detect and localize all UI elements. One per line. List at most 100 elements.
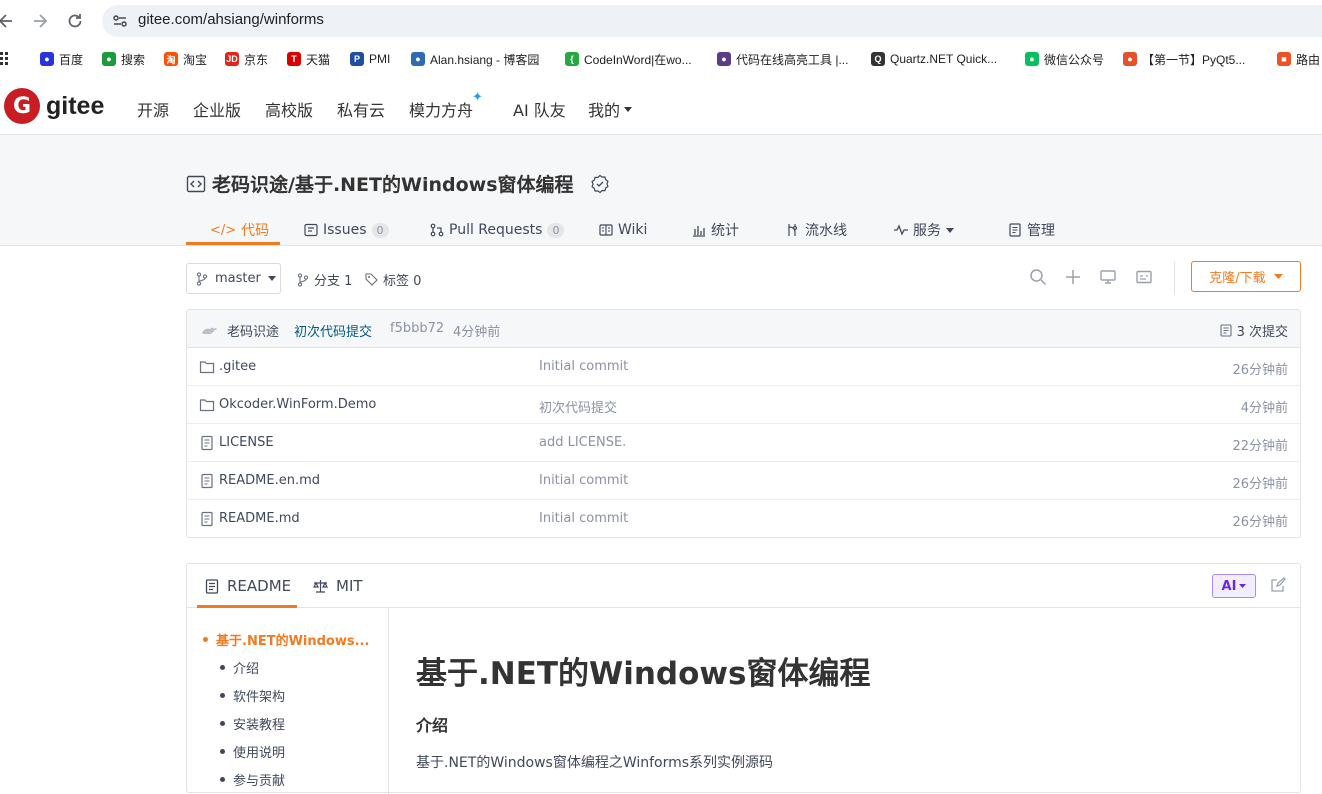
branch-selector[interactable]: master <box>186 263 281 294</box>
commit-hash[interactable]: f5bbb72 <box>390 321 444 336</box>
toc-item[interactable]: 使用说明 <box>220 742 285 761</box>
readme-heading: 基于.NET的Windows窗体编程 <box>416 656 871 692</box>
nav-enterprise[interactable]: 企业版 <box>193 97 241 121</box>
file-icon <box>199 473 215 489</box>
branches-count: 分支 1 <box>314 274 353 289</box>
tab-pipeline[interactable]: 流水线 <box>786 215 847 245</box>
nav-private-cloud[interactable]: 私有云 <box>337 97 385 121</box>
tab-issues[interactable]: Issues 0 <box>304 215 389 245</box>
scale-icon <box>313 580 328 593</box>
site-settings-icon[interactable] <box>112 13 128 29</box>
back-icon[interactable] <box>0 11 16 31</box>
address-bar[interactable]: gitee.com/ahsiang/winforms <box>102 5 1322 37</box>
file-name[interactable]: README.en.md <box>219 473 320 488</box>
bookmark-item[interactable]: T 天猫 <box>287 50 330 68</box>
bullet <box>220 693 225 698</box>
clone-download-button[interactable]: 克隆/下载 <box>1191 261 1301 292</box>
file-commit-message[interactable]: Initial commit <box>539 359 628 374</box>
monitor-icon[interactable] <box>1099 268 1117 286</box>
tab-stats[interactable]: 统计 <box>692 215 739 245</box>
apps-grid-icon[interactable] <box>0 51 10 65</box>
taobao-icon: 淘 <box>164 52 178 66</box>
caret-down-icon <box>946 227 954 233</box>
file-commit-message[interactable]: Initial commit <box>539 511 628 526</box>
bookmarks-bar: ● 百度 ● 搜索 淘淘宝 JD 京东 T 天猫 P PMI ● Alan.hsiang - 博客园 {C… <box>0 46 1322 72</box>
toc-item[interactable]: 参与贡献 <box>220 770 285 789</box>
gitee-logo[interactable]: G gitee <box>4 88 104 124</box>
tag-icon <box>365 273 378 286</box>
bookmark-item[interactable]: ● 【第一节】PyQt5... <box>1123 50 1245 68</box>
bookmark-label: 代码在线高亮工具 |... <box>736 52 849 67</box>
caret-down-icon <box>1239 584 1247 588</box>
tmall-icon: T <box>287 52 301 66</box>
bookmark-item[interactable]: ● 百度 <box>40 50 83 68</box>
search-icon[interactable] <box>1029 268 1047 286</box>
commit-message[interactable]: 初次代码提交 <box>294 321 372 340</box>
add-icon[interactable] <box>1064 268 1082 286</box>
bookmark-item[interactable]: ● 微信公众号 <box>1025 50 1104 68</box>
edit-icon[interactable] <box>1270 577 1286 593</box>
tab-issues-label: Issues <box>323 222 367 238</box>
folder-icon <box>199 359 215 375</box>
clone-download-label: 克隆/下载 <box>1209 271 1266 286</box>
tab-license[interactable]: MIT <box>313 577 363 595</box>
tab-readme[interactable]: README <box>205 577 291 595</box>
toc-item[interactable]: 基于.NET的Windows... <box>203 630 369 649</box>
tab-services[interactable]: 服务 <box>894 215 954 245</box>
logo-text: gitee <box>46 91 105 120</box>
commit-author[interactable]: 老码识途 <box>227 321 279 340</box>
web-ide-icon[interactable] <box>1135 268 1153 286</box>
bullet <box>220 721 225 726</box>
bookmark-item[interactable]: {CodeInWord|在wo... <box>565 50 692 68</box>
file-name[interactable]: .gitee <box>219 359 256 374</box>
file-name[interactable]: LICENSE <box>219 435 274 450</box>
file-commit-message[interactable]: 初次代码提交 <box>539 397 617 416</box>
nav-ai-teammate[interactable]: AI 队友 <box>513 97 566 121</box>
nav-mine[interactable]: 我的 <box>588 97 633 121</box>
table-row: LICENSE add LICENSE. 22分钟前 <box>187 424 1300 462</box>
file-commit-message[interactable]: Initial commit <box>539 473 628 488</box>
tab-readme-label: README <box>227 577 292 595</box>
toc-item[interactable]: 介绍 <box>220 658 259 677</box>
file-name[interactable]: README.md <box>219 511 300 526</box>
tab-manage[interactable]: 管理 <box>1008 215 1055 245</box>
table-row: README.en.md Initial commit 26分钟前 <box>187 462 1300 500</box>
bookmark-item[interactable]: ● Alan.hsiang - 博客园 <box>411 50 539 68</box>
wiki-icon <box>599 224 613 236</box>
bookmark-item[interactable]: 淘淘宝 <box>164 50 207 68</box>
bookmark-item[interactable]: ● 搜索 <box>102 50 145 68</box>
pulse-icon <box>894 224 908 236</box>
tab-pull-requests[interactable]: Pull Requests 0 <box>430 215 565 245</box>
author-avatar[interactable] <box>201 323 219 337</box>
repo-title[interactable]: 老码识途/基于.NET的Windows窗体编程 <box>212 170 574 197</box>
reload-icon[interactable] <box>65 11 85 31</box>
bookmark-label: Quartz.NET Quick... <box>890 52 998 66</box>
bookmark-item[interactable]: ● 代码在线高亮工具 |... <box>717 50 848 68</box>
bookmark-item[interactable]: JD 京东 <box>225 50 268 68</box>
jd-icon: JD <box>225 52 239 66</box>
readme-tabs: README MIT AI <box>187 564 1300 608</box>
stats-icon <box>693 226 705 237</box>
toc-item[interactable]: 安装教程 <box>220 714 285 733</box>
nav-open-source[interactable]: 开源 <box>137 97 169 121</box>
file-name[interactable]: Okcoder.WinForm.Demo <box>219 397 376 412</box>
file-commit-message[interactable]: add LICENSE. <box>539 435 626 450</box>
bookmark-item[interactable]: P PMI <box>350 50 390 68</box>
tags-link[interactable]: 标签 0 <box>365 270 421 289</box>
nav-education[interactable]: 高校版 <box>265 97 313 121</box>
toc-item[interactable]: 软件架构 <box>220 686 285 705</box>
bookmark-item[interactable]: Q Quartz.NET Quick... <box>871 50 997 68</box>
branches-link[interactable]: 分支 1 <box>297 270 352 289</box>
pipeline-icon <box>788 224 798 236</box>
tab-wiki[interactable]: Wiki <box>599 215 647 245</box>
gitee-logo-icon: G <box>4 88 40 124</box>
ai-assistant-button[interactable]: AI <box>1212 574 1256 598</box>
bookmark-item[interactable]: ■ 路由 <box>1277 50 1320 68</box>
repo-badge-icon[interactable] <box>590 174 610 194</box>
tab-code[interactable]: </> 代码 <box>210 215 269 245</box>
nav-moli[interactable]: 模力方舟 <box>409 97 473 121</box>
tab-pipeline-label: 流水线 <box>805 223 847 239</box>
forward-icon[interactable] <box>30 11 50 31</box>
bookmark-label: CodeInWord|在wo... <box>584 52 692 67</box>
commit-history-link[interactable]: 3 次提交 <box>1220 321 1288 340</box>
